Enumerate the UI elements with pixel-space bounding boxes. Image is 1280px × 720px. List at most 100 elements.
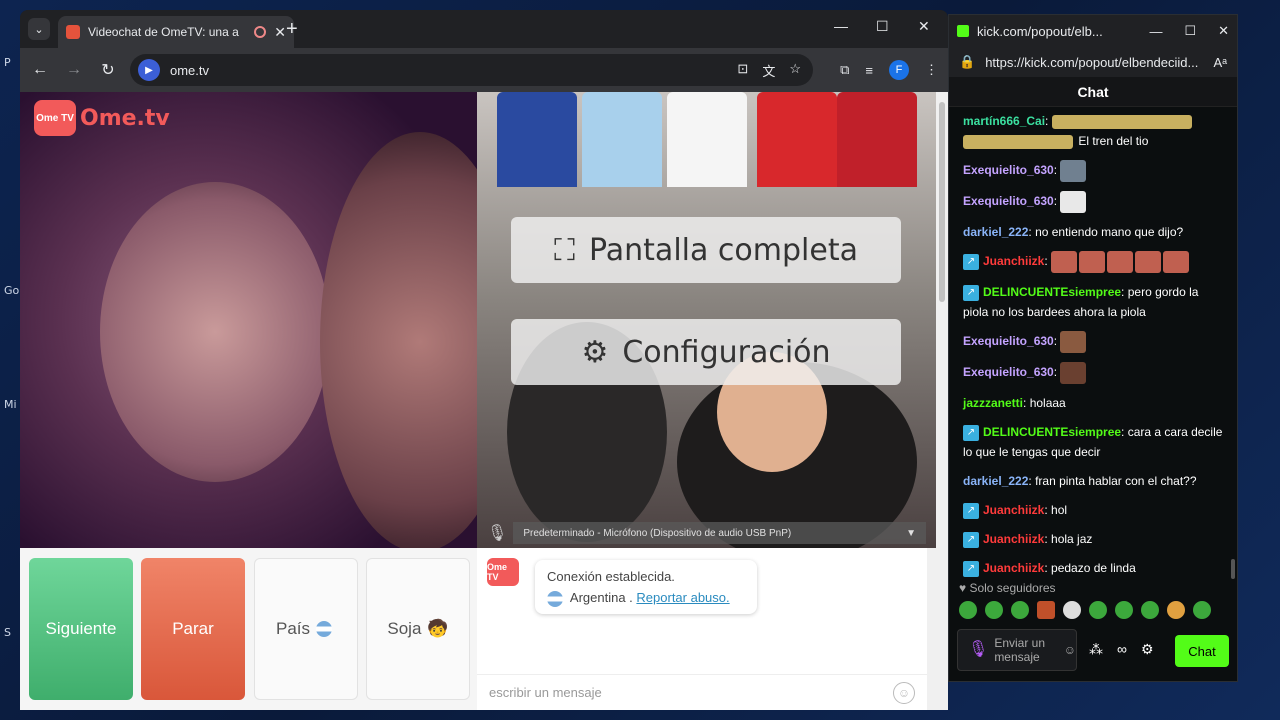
page-scrollbar[interactable] (936, 92, 948, 710)
country-button[interactable]: País (254, 558, 358, 700)
sub-badge-icon: ↗ (963, 284, 979, 301)
emote-icon[interactable] (1037, 601, 1055, 619)
emote-icon[interactable] (1063, 601, 1081, 619)
emote-icon[interactable] (1011, 601, 1029, 619)
chat-username[interactable]: Juanchiizk (983, 532, 1044, 546)
emote-icon[interactable] (1141, 601, 1159, 619)
report-abuse-link[interactable]: Reportar abuso. (636, 590, 729, 605)
stop-button[interactable]: Parar (141, 558, 245, 700)
jersey-image (582, 92, 662, 187)
mic-bar: 🎙 Predeterminado - Micrófono (Dispositiv… (477, 518, 936, 548)
gender-button[interactable]: Soja 🧒 (366, 558, 470, 700)
emoji-icon[interactable]: ☺ (893, 681, 915, 704)
chat-username[interactable]: Exequielito_630 (963, 194, 1054, 208)
settings-button[interactable]: ⚙ Configuración (511, 319, 901, 385)
maximize-icon[interactable]: ☐ (1184, 23, 1196, 39)
tab-title: Videochat de OmeTV: una a (88, 25, 239, 39)
install-app-icon[interactable]: ⊡ (737, 61, 748, 80)
argentina-flag-icon (316, 621, 333, 637)
chat-message: ↗ DELINCUENTEsiempree: pero gordo la piol… (963, 284, 1199, 319)
message-input[interactable]: escribir un mensaje ☺ (477, 674, 927, 710)
mic-device-select[interactable]: Predeterminado - Micrófono (Dispositivo … (513, 522, 926, 544)
emote-icon[interactable] (959, 601, 977, 619)
emote-icon[interactable] (1167, 601, 1185, 619)
person-face (100, 182, 330, 482)
emote-icon (1079, 251, 1106, 273)
chat-username[interactable]: Exequielito_630 (963, 365, 1054, 379)
gear-icon[interactable]: ⚙ (1141, 641, 1154, 658)
text-chat-panel: Ome TV Conexión establecida. Argentina .… (477, 548, 927, 710)
site-info-icon[interactable]: ▶ (138, 59, 160, 81)
reader-icon[interactable]: Aᵃ (1213, 55, 1227, 70)
chat-username[interactable]: jazzzanetti (963, 396, 1023, 410)
tab-ometv[interactable]: Videochat de OmeTV: una a ✕ (58, 16, 294, 48)
users-icon[interactable]: ⁂ (1089, 641, 1103, 658)
emote-icon[interactable] (985, 601, 1003, 619)
close-tab-icon[interactable]: ✕ (274, 24, 286, 41)
person-emoji-icon: 🧒 (427, 619, 449, 638)
ometv-logo: Ome TV Ome.tv (34, 100, 170, 136)
profile-avatar[interactable]: F (889, 60, 909, 80)
local-video: ⛶ Pantalla completa ⚙ Configuración 🎙 Pr… (477, 92, 936, 548)
forward-icon[interactable]: → (64, 61, 84, 79)
chat-message: martín666_Cai: El tren del tio (963, 111, 1223, 151)
chat-message: ↗ DELINCUENTEsiempree: cara a cara decile… (963, 424, 1223, 459)
emoji-icon[interactable]: ☺ (1064, 643, 1076, 657)
translate-icon[interactable]: 文 (762, 61, 775, 80)
address-bar[interactable]: ▶ ome.tv ⊡ 文 ☆ (130, 54, 813, 86)
infinity-icon[interactable]: ∞ (1117, 641, 1127, 658)
emote-quickbar (959, 601, 1211, 619)
emote-icon[interactable] (1089, 601, 1107, 619)
chat-message: Exequielito_630: (963, 160, 1223, 182)
sub-badge-icon: ↗ (963, 502, 979, 519)
chat-username[interactable]: DELINCUENTEsiempree (983, 285, 1121, 299)
message-placeholder: escribir un mensaje (489, 685, 602, 700)
chat-username[interactable]: Juanchiizk (983, 503, 1044, 517)
chat-message: ↗ Juanchiizk: hol (963, 500, 1223, 520)
gender-label: Soja (387, 619, 422, 638)
kick-send-button[interactable]: Chat (1175, 635, 1229, 667)
chat-text: holaaa (1029, 396, 1066, 410)
new-tab-button[interactable]: + (286, 18, 298, 41)
chat-username[interactable]: DELINCUENTEsiempree (983, 425, 1121, 439)
next-button[interactable]: Siguiente (29, 558, 133, 700)
emote-icon[interactable] (1193, 601, 1211, 619)
lock-icon: 🔒 (959, 54, 976, 69)
menu-kebab-icon[interactable]: ⋮ (925, 62, 938, 78)
scroll-thumb[interactable] (939, 102, 945, 302)
jersey-image (757, 92, 837, 187)
chat-message: Exequielito_630: (963, 331, 1223, 353)
emote-icon (1107, 251, 1134, 273)
close-window-icon[interactable]: ✕ (918, 18, 930, 35)
mic-device-value: Predeterminado - Micrófono (Dispositivo … (523, 527, 792, 539)
fullscreen-button[interactable]: ⛶ Pantalla completa (511, 217, 901, 283)
chat-username[interactable]: darkiel_222 (963, 474, 1028, 488)
maximize-icon[interactable]: ☐ (876, 18, 889, 35)
chat-username[interactable]: darkiel_222 (963, 225, 1028, 239)
reload-icon[interactable]: ↻ (98, 60, 118, 80)
extensions-icon[interactable]: ⧉ (840, 62, 849, 78)
emote-icon (1060, 331, 1087, 353)
chat-message: Exequielito_630: (963, 362, 1223, 384)
tab-search-button[interactable]: ⌄ (28, 18, 50, 40)
close-window-icon[interactable]: ✕ (1218, 23, 1229, 39)
minimize-icon[interactable]: — (834, 18, 848, 34)
chat-message: Exequielito_630: (963, 191, 1223, 213)
kick-scrollbar[interactable] (1231, 559, 1235, 579)
kick-message-input[interactable]: 🎙 Enviar un mensaje ☺ (957, 629, 1077, 671)
chat-message: ↗ Juanchiizk: pedazo de linda (963, 558, 1223, 578)
chat-username[interactable]: Juanchiizk (983, 254, 1044, 268)
followers-only-notice: ♥ Solo seguidores (959, 581, 1056, 595)
emote-icon (1051, 114, 1192, 129)
chat-username[interactable]: martín666_Cai (963, 114, 1045, 128)
chat-username[interactable]: Juanchiizk (983, 561, 1044, 575)
chat-username[interactable]: Exequielito_630 (963, 334, 1054, 348)
minimize-icon[interactable]: — (1149, 24, 1162, 39)
kick-address-bar[interactable]: 🔒 https://kick.com/popout/elbendeciid...… (949, 47, 1237, 77)
chat-username[interactable]: Exequielito_630 (963, 163, 1054, 177)
microphone-icon[interactable]: 🎙 (968, 642, 988, 658)
back-icon[interactable]: ← (30, 61, 50, 79)
emote-icon[interactable] (1115, 601, 1133, 619)
media-controls-icon[interactable]: ≡ (865, 63, 873, 78)
bookmark-star-icon[interactable]: ☆ (789, 61, 801, 80)
